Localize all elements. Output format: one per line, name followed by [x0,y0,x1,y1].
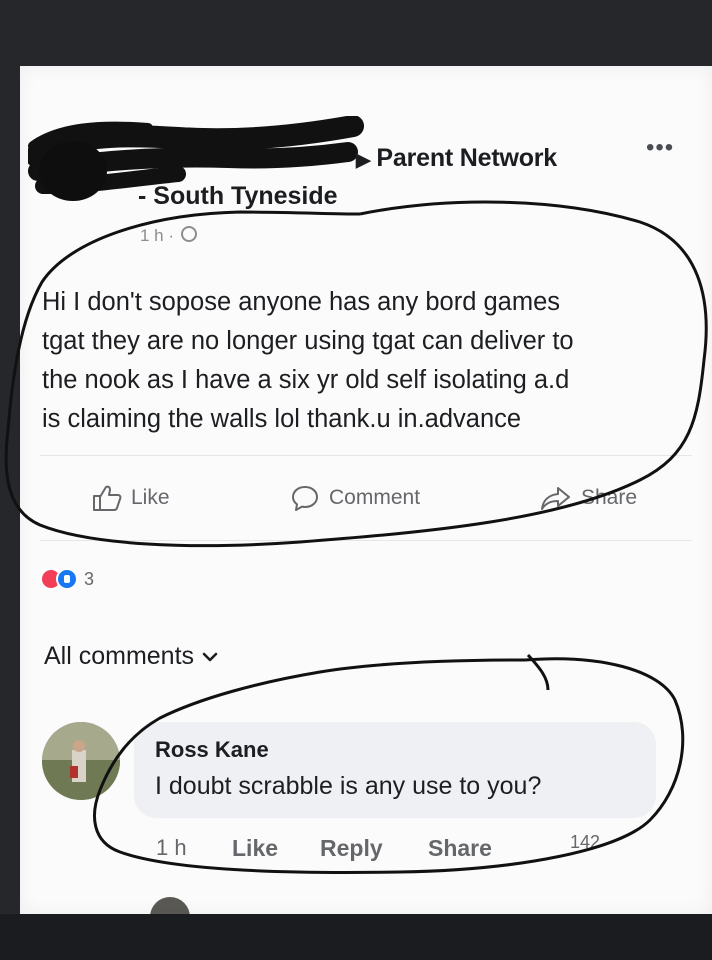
hand-drawn-circles [4,200,708,874]
screenshot-photo: ▶ Parent Network - South Tyneside ••• 1 h… [0,0,712,960]
bottom-border [0,914,712,960]
